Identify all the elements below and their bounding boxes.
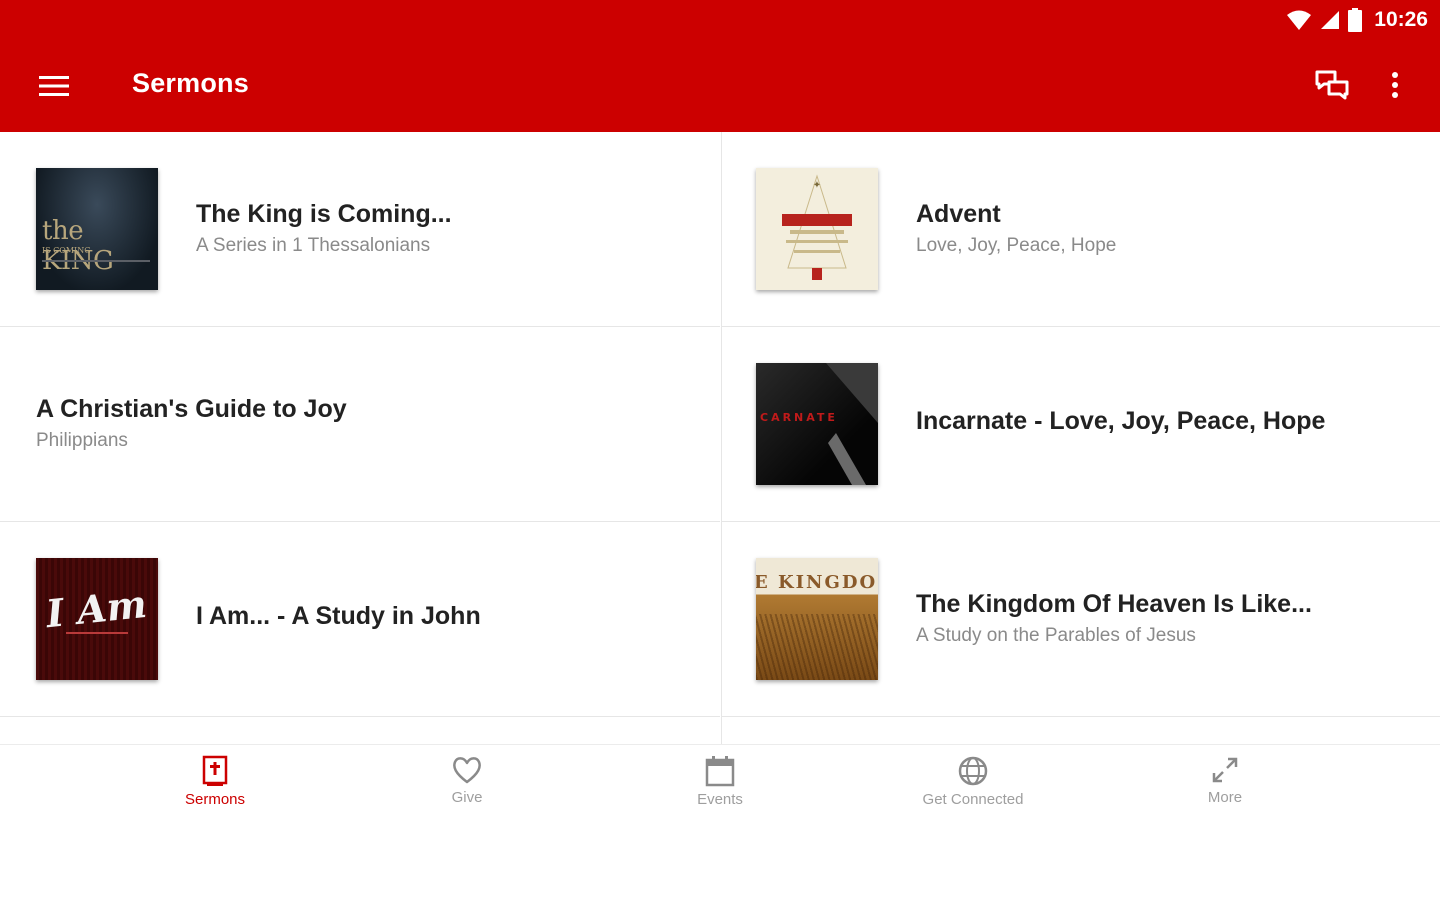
sermon-text: Incarnate - Love, Joy, Peace, Hope <box>916 407 1420 436</box>
nav-label: Events <box>697 791 743 808</box>
chat-button[interactable] <box>1308 62 1356 108</box>
sermon-card[interactable]: I Am I Am... - A Study in John <box>0 522 720 717</box>
incarnate-art: CARNATE <box>760 363 878 485</box>
heart-icon <box>453 757 481 784</box>
sermon-title: Incarnate - Love, Joy, Peace, Hope <box>916 407 1326 435</box>
sermon-title: The King is Coming... <box>196 200 452 228</box>
app-bar: 10:26 Sermons <box>0 0 1440 132</box>
nav-sermons[interactable]: Sermons <box>115 755 315 835</box>
status-time: 10:26 <box>1374 8 1428 31</box>
sermon-text: A Christian's Guide to Joy Philippians <box>36 395 700 452</box>
artwork-text: CARNATE <box>760 411 838 424</box>
sermon-subtitle: A Study on the Parables of Jesus <box>916 625 1196 646</box>
bottom-navigation: Sermons Give Events Get Connected More <box>0 744 1440 900</box>
sermon-grid: the KING IS COMING The King is Coming...… <box>0 132 1440 744</box>
sermon-text: The King is Coming... A Series in 1 Thes… <box>196 200 700 257</box>
sermon-title: A Christian's Guide to Joy <box>36 395 347 423</box>
sermon-card[interactable]: A Christian's Guide to Joy Philippians <box>0 327 720 522</box>
sermon-card[interactable]: CARNATE Incarnate - Love, Joy, Peace, Ho… <box>722 327 1440 522</box>
sermon-card[interactable]: ✦ Advent Love, Joy, Peace, Hope <box>722 132 1440 327</box>
wifi-icon <box>1287 10 1312 30</box>
cell-signal-icon <box>1321 11 1340 29</box>
page-title: Sermons <box>132 68 249 98</box>
chat-bubbles-icon <box>1315 70 1349 100</box>
battery-icon <box>1348 8 1363 32</box>
sermon-text: I Am... - A Study in John <box>196 602 700 631</box>
sermon-artwork: the KING IS COMING <box>36 168 158 290</box>
sermon-artwork: ✦ <box>756 168 878 290</box>
bible-icon <box>202 755 228 786</box>
sermon-text: Advent Love, Joy, Peace, Hope <box>916 200 1420 257</box>
sermon-card[interactable]: E KINGDO The Kingdom Of Heaven Is Like..… <box>722 522 1440 717</box>
artwork-text: I Am <box>43 580 149 637</box>
sermon-card[interactable]: the KING IS COMING The King is Coming...… <box>0 132 720 327</box>
sermon-subtitle: Love, Joy, Peace, Hope <box>916 235 1117 256</box>
more-vert-icon <box>1392 72 1398 98</box>
nav-get-connected[interactable]: Get Connected <box>873 755 1073 835</box>
sermon-subtitle: A Series in 1 Thessalonians <box>196 235 431 256</box>
sermon-title: The Kingdom Of Heaven Is Like... <box>916 590 1312 618</box>
sermon-title: I Am... - A Study in John <box>196 602 481 630</box>
calendar-icon <box>705 756 735 787</box>
nav-events[interactable]: Events <box>620 755 820 835</box>
artwork-subtext: IS COMING <box>42 246 91 255</box>
sermon-text: The Kingdom Of Heaven Is Like... A Study… <box>916 590 1420 647</box>
expand-arrows-icon <box>1212 757 1238 783</box>
sermon-artwork: E KINGDO <box>756 558 878 680</box>
artwork-text: E KINGDO <box>756 572 878 593</box>
status-bar: 10:26 <box>1286 6 1428 34</box>
sermon-artwork: CARNATE <box>756 363 878 485</box>
nav-label: Get Connected <box>922 791 1024 808</box>
globe-icon <box>958 756 988 786</box>
menu-button[interactable] <box>30 64 78 108</box>
nav-label: Sermons <box>184 791 246 808</box>
nav-label: More <box>1207 789 1243 806</box>
hamburger-icon <box>39 76 69 96</box>
nav-label: Give <box>451 789 483 806</box>
nav-more[interactable]: More <box>1125 755 1325 835</box>
sermon-title: Advent <box>916 200 1001 228</box>
overflow-menu-button[interactable] <box>1372 62 1418 108</box>
advent-tree-art: ✦ <box>782 174 852 280</box>
sermon-subtitle: Philippians <box>36 430 128 451</box>
sermon-artwork: I Am <box>36 558 158 680</box>
svg-text:✦: ✦ <box>813 180 821 191</box>
nav-give[interactable]: Give <box>367 755 567 835</box>
